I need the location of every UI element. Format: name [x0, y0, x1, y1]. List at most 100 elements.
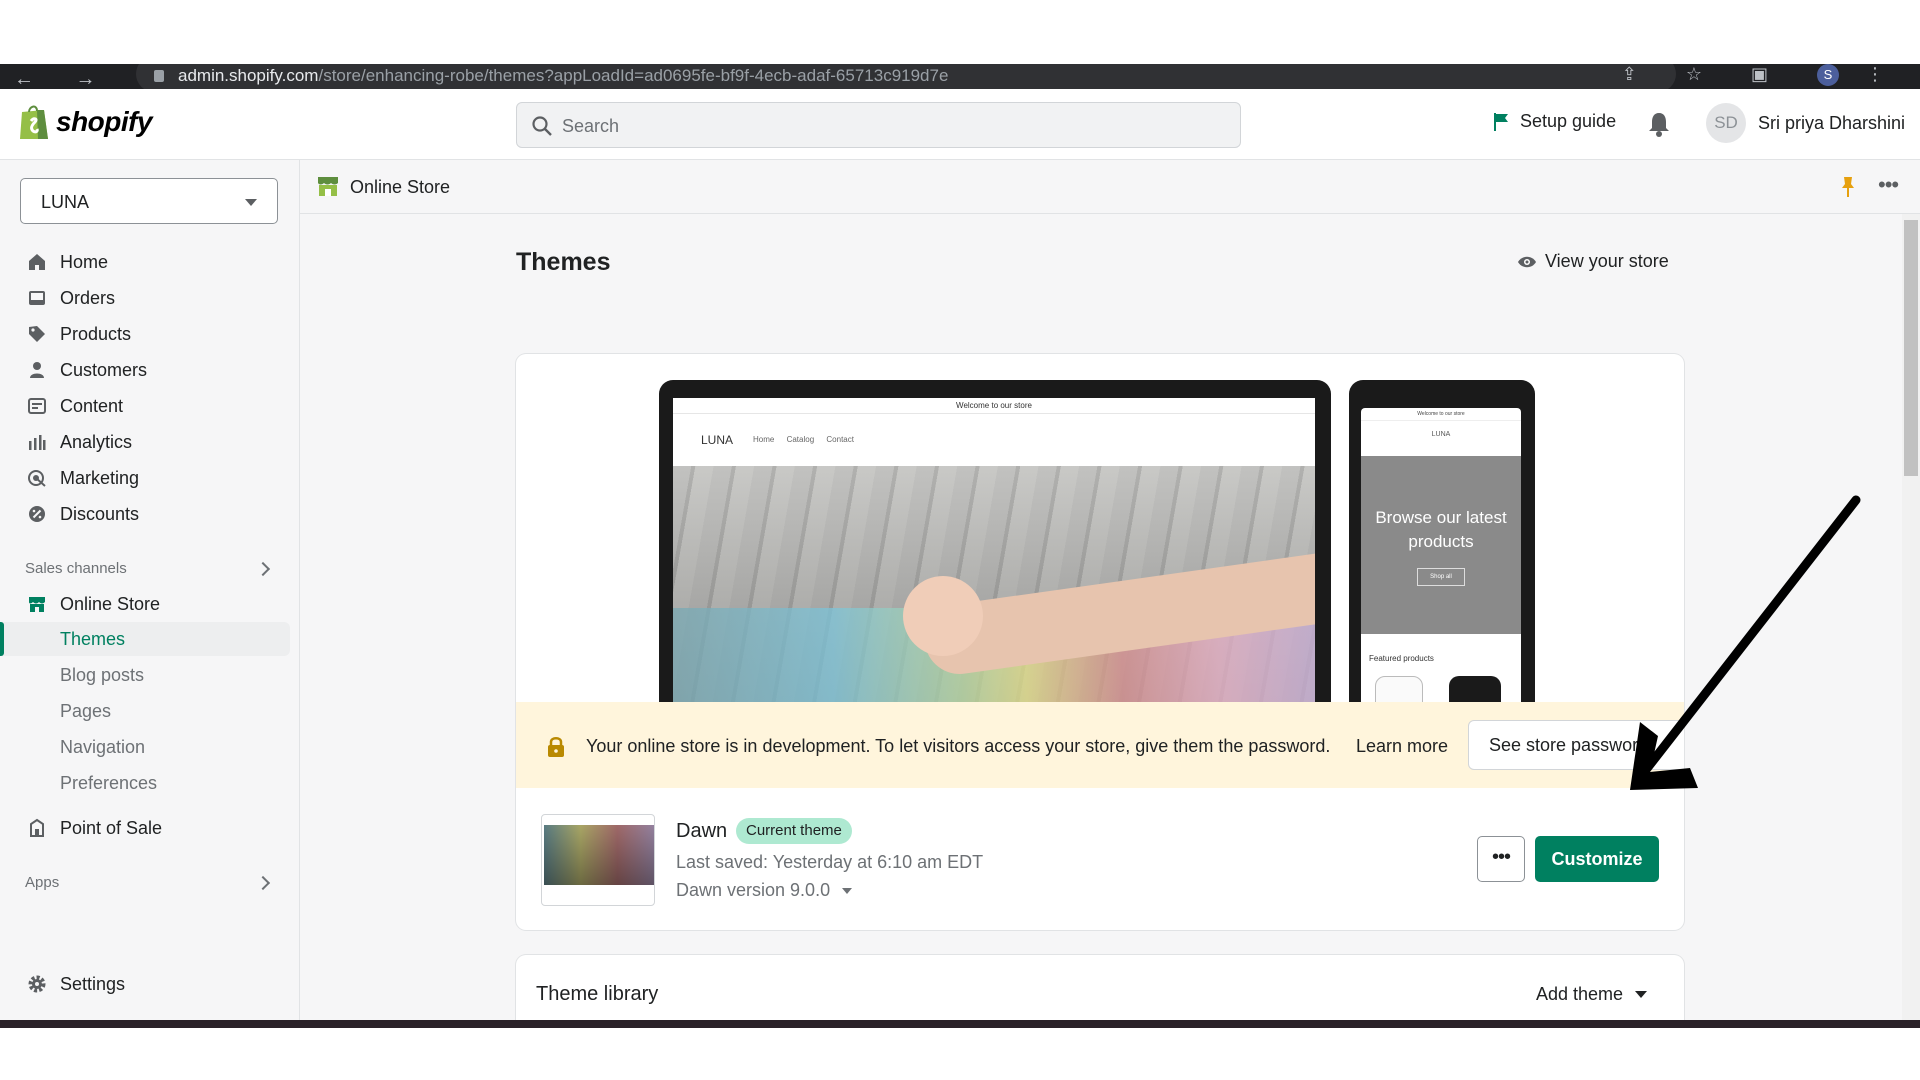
screen-bottom-margin: [0, 1028, 1920, 1080]
mobile-hero: Browse our latest products Shop all: [1361, 456, 1521, 634]
sidebar-item-discounts[interactable]: Discounts: [0, 497, 290, 531]
bell-icon[interactable]: [1647, 111, 1671, 137]
caret-down-icon: [245, 199, 257, 206]
theme-actions-button[interactable]: •••: [1477, 836, 1525, 882]
scrollbar-thumb[interactable]: [1904, 220, 1918, 476]
page-title: Themes: [516, 248, 611, 276]
sidebar-subitem-label: Themes: [60, 629, 126, 649]
view-store-button[interactable]: View your store: [1517, 251, 1669, 272]
main-content: Online Store ••• Themes View your store …: [300, 160, 1920, 1020]
sidebar-subitem-preferences[interactable]: Preferences: [0, 766, 290, 800]
scrollbar[interactable]: [1902, 214, 1920, 1020]
sidebar-item-label: Customers: [60, 360, 148, 380]
sidebar-item-products[interactable]: Products: [0, 317, 290, 351]
theme-row: Dawn Current theme Last saved: Yesterday…: [516, 788, 1684, 930]
store-icon: [29, 597, 45, 612]
theme-library-card: Theme library Add theme: [516, 955, 1684, 1020]
sidebar-item-analytics[interactable]: Analytics: [0, 425, 290, 459]
mobile-brand: LUNA: [1431, 431, 1451, 438]
search-bar[interactable]: [516, 102, 1241, 148]
learn-more-link[interactable]: Learn more: [1356, 736, 1448, 757]
lock-icon: [548, 737, 564, 757]
sidebar-item-label: Products: [60, 324, 132, 344]
gear-icon: [28, 975, 46, 993]
sidebar-item-orders[interactable]: Orders: [0, 281, 290, 315]
chevron-right-icon[interactable]: [255, 561, 271, 577]
person-icon: [30, 362, 44, 378]
home-icon: [29, 254, 45, 270]
sidebar-item-marketing[interactable]: Marketing: [0, 461, 290, 495]
desktop-preview: Welcome to our store LUNA Home Catalog C…: [659, 380, 1331, 702]
sidebar-item-label: Online Store: [60, 594, 161, 614]
user-menu[interactable]: SD Sri priya Dharshini: [1706, 103, 1905, 143]
sidebar-subitem-label: Blog posts: [60, 665, 145, 685]
pos-icon: [30, 818, 44, 837]
last-saved: Last saved: Yesterday at 6:10 am EDT: [676, 852, 984, 872]
chevron-right-icon[interactable]: [255, 875, 271, 891]
target-icon: [28, 470, 46, 487]
sidebar-subitem-pages[interactable]: Pages: [0, 694, 290, 728]
sales-channels-heading[interactable]: Sales channels: [25, 560, 127, 577]
sidebar-item-settings[interactable]: Settings: [0, 967, 290, 1001]
sidebar-item-online-store[interactable]: Online Store: [0, 587, 290, 621]
preview-link-contact: Contact: [826, 435, 854, 444]
shopify-bag-icon: [20, 105, 48, 139]
more-actions-icon[interactable]: •••: [1878, 172, 1899, 198]
sidebar-subitem-navigation[interactable]: Navigation: [0, 730, 290, 764]
sidebar-item-label: Content: [60, 396, 124, 416]
bar-chart-icon: [29, 435, 46, 450]
add-theme-button[interactable]: Add theme: [1536, 984, 1648, 1005]
tshirt-black-image: [1449, 676, 1501, 702]
theme-library-title: Theme library: [536, 983, 659, 1005]
preview-nav-links: Home Catalog Contact: [753, 435, 854, 444]
brand-wordmark: shopify: [56, 106, 153, 137]
sidebar-item-home[interactable]: Home: [0, 245, 290, 279]
browser-toolbar: ← → ⟳ admin.shopify.com/store/enhancing-…: [0, 64, 1920, 89]
store-selector[interactable]: LUNA: [20, 178, 278, 224]
search-input[interactable]: [562, 113, 1202, 139]
shopify-logo[interactable]: shopify: [18, 103, 153, 141]
theme-preview: Welcome to our store LUNA Home Catalog C…: [516, 354, 1684, 702]
theme-thumbnail[interactable]: [541, 814, 655, 906]
preview-hero-image: [673, 466, 1315, 702]
banner-message: Your online store is in development. To …: [586, 736, 1331, 756]
apps-heading[interactable]: Apps: [25, 874, 59, 891]
sidebar-item-label: Orders: [60, 288, 116, 308]
online-store-icon: [318, 177, 338, 196]
browser-tools[interactable]: ⇪ ☆ ▣ S ⋮: [1622, 64, 1906, 87]
theme-version[interactable]: Dawn version 9.0.0: [676, 880, 853, 901]
sidebar-item-label: Home: [60, 252, 109, 272]
browser-profile-avatar[interactable]: S: [1816, 64, 1839, 87]
customize-button[interactable]: Customize: [1535, 836, 1659, 882]
current-theme-card: Welcome to our store LUNA Home Catalog C…: [516, 354, 1684, 930]
status-badge: Current theme: [736, 818, 852, 844]
orders-icon: [29, 291, 45, 305]
sidebar-item-label: Settings: [60, 974, 126, 994]
view-store-label: View your store: [1545, 251, 1669, 271]
sidebar-subitem-blog-posts[interactable]: Blog posts: [0, 658, 290, 692]
setup-guide-button[interactable]: Setup guide: [1492, 111, 1616, 132]
sidebar-item-label: Marketing: [60, 468, 140, 488]
sidebar-item-customers[interactable]: Customers: [0, 353, 290, 387]
discount-icon: [29, 506, 45, 522]
preview-brand: LUNA: [701, 433, 734, 447]
tshirt-white-image: [1375, 676, 1423, 702]
preview-link-home: Home: [753, 435, 775, 444]
setup-guide-label: Setup guide: [1520, 111, 1617, 131]
see-store-password-button[interactable]: See store password: [1468, 720, 1684, 770]
pin-icon[interactable]: [1840, 176, 1856, 198]
breadcrumb: Online Store •••: [300, 160, 1920, 214]
sidebar-item-label: Analytics: [60, 432, 133, 452]
caret-down-icon: [842, 887, 853, 894]
sidebar-item-content[interactable]: Content: [0, 389, 290, 423]
url-host: admin.shopify.com: [178, 66, 319, 85]
user-name: Sri priya Dharshini: [1758, 112, 1906, 133]
admin-topbar: shopify Setup guide SD Sri priya Dharshi…: [0, 89, 1920, 160]
address-bar[interactable]: admin.shopify.com/store/enhancing-robe/t…: [136, 64, 1676, 89]
sidebar-subitem-themes[interactable]: Themes: [0, 622, 290, 656]
avatar: SD: [1706, 103, 1746, 143]
sidebar-item-point-of-sale[interactable]: Point of Sale: [0, 811, 290, 845]
breadcrumb-title[interactable]: Online Store: [350, 177, 450, 198]
mobile-announcement: Welcome to our store: [1361, 408, 1521, 421]
bottom-edge: [0, 1020, 1920, 1028]
